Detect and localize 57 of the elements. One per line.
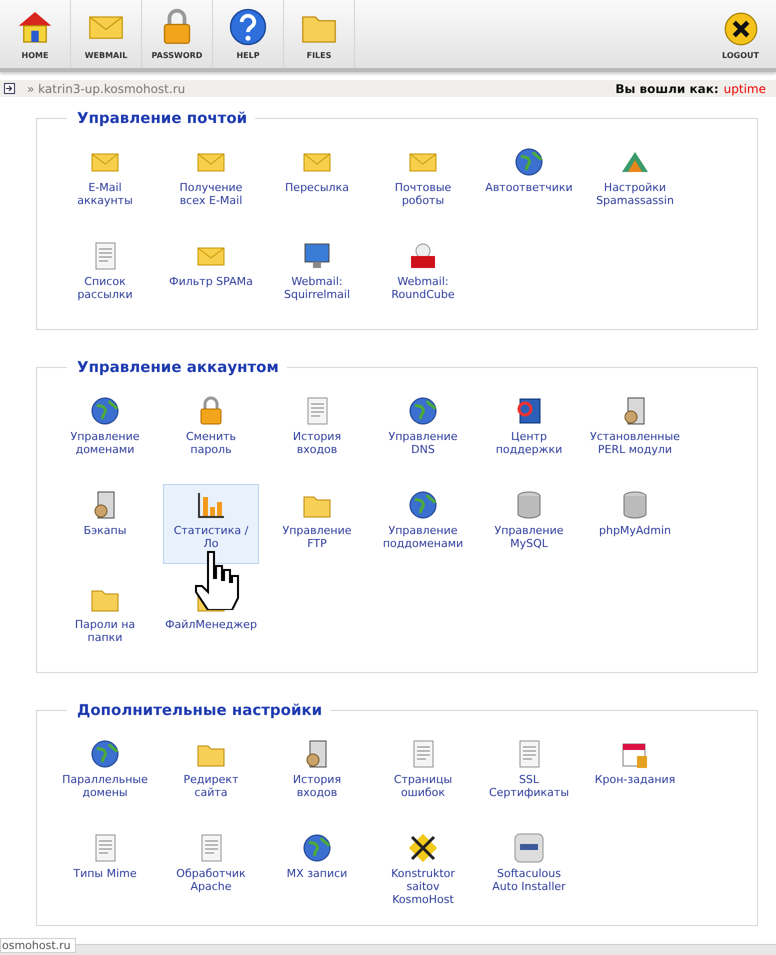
section-title: Управление аккаунтом	[76, 358, 280, 376]
feature-item[interactable]: Управление MySQL	[481, 484, 577, 564]
software-box-icon	[513, 832, 545, 864]
feature-item[interactable]: Типы Mime	[57, 827, 153, 911]
feature-item[interactable]: E-Mail аккаунты	[57, 141, 153, 221]
globe-icon	[407, 395, 439, 427]
globe-icon	[301, 832, 333, 864]
feature-item[interactable]: Управление FTP	[269, 484, 365, 564]
feature-item[interactable]: Webmail: Squirrelmail	[269, 235, 365, 315]
expand-icon[interactable]	[4, 83, 15, 94]
feature-item[interactable]: Редирект сайта	[163, 733, 259, 813]
toolbar-button[interactable]: WEBMAIL	[71, 0, 142, 68]
globe-icon	[407, 489, 439, 521]
feature-item[interactable]: Softaculous Auto Installer	[481, 827, 577, 911]
username: uptime	[724, 82, 766, 96]
feature-item[interactable]: Пересылка	[269, 141, 365, 221]
feature-item[interactable]: Сменить пароль	[163, 390, 259, 470]
feature-item[interactable]: Параллельные домены	[57, 733, 153, 813]
feature-item[interactable]: Страницы ошибок	[375, 733, 471, 813]
status-url: osmohost.ru	[0, 938, 76, 953]
feature-item[interactable]: Пароли на папки	[57, 578, 153, 658]
feature-item[interactable]: Обработчик Apache	[163, 827, 259, 911]
globe-icon	[513, 146, 545, 178]
toolbar-button[interactable]: HELP	[213, 0, 284, 68]
feature-item[interactable]: Список рассылки	[57, 235, 153, 315]
breadcrumb-path[interactable]: » katrin3-up.kosmohost.ru	[27, 82, 616, 96]
feature-item[interactable]: Управление поддоменами	[375, 484, 471, 564]
feature-item[interactable]: Крон-задания	[587, 733, 683, 813]
feature-item[interactable]: phpMyAdmin	[587, 484, 683, 564]
login-label: Вы вошли как:	[615, 82, 719, 96]
feature-item[interactable]: Получение всех E-Mail	[163, 141, 259, 221]
feature-item[interactable]: Настройки Spamassassin	[587, 141, 683, 221]
feature-item[interactable]: История входов	[269, 390, 365, 470]
feature-item[interactable]: Автоответчики	[481, 141, 577, 221]
feature-item[interactable]: Почтовые роботы	[375, 141, 471, 221]
feature-item[interactable]: Konstruktor saitov KosmoHost	[375, 827, 471, 911]
feature-item[interactable]: MX записи	[269, 827, 365, 911]
logout-button[interactable]: LOGOUT	[705, 0, 776, 68]
feature-item[interactable]: История входов	[269, 733, 365, 813]
help-icon	[228, 7, 268, 47]
feature-item[interactable]: Управление доменами	[57, 390, 153, 470]
globe-icon	[89, 395, 121, 427]
section-title: Управление почтой	[76, 109, 248, 127]
toolbar-button[interactable]: PASSWORD	[142, 0, 213, 68]
feature-item[interactable]: Центр поддержки	[481, 390, 577, 470]
feature-item[interactable]: Управление DNS	[375, 390, 471, 470]
toolbar-button[interactable]: FILES	[284, 0, 355, 68]
feature-item[interactable]: Статистика / Ло	[163, 484, 259, 564]
toolbar-button[interactable]: HOME	[0, 0, 71, 68]
close-icon	[722, 11, 758, 47]
globe-icon	[89, 738, 121, 770]
feature-item[interactable]: Установленные PERL модули	[587, 390, 683, 470]
section-title: Дополнительные настройки	[76, 701, 324, 719]
feature-item[interactable]: Бэкапы	[57, 484, 153, 564]
feature-item[interactable]: Webmail: RoundCube	[375, 235, 471, 315]
feature-item[interactable]: Фильтр SPAMa	[163, 235, 259, 315]
feature-item[interactable]: SSL Сертификаты	[481, 733, 577, 813]
